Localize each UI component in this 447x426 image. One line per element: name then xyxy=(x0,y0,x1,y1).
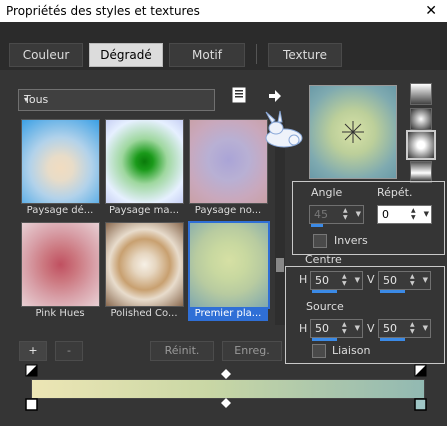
spin-updown-icon[interactable]: ▲ ▼ xyxy=(411,207,419,221)
rabbit-icon xyxy=(265,110,303,148)
spin-updown-icon[interactable]: ▲ ▼ xyxy=(342,321,350,335)
source-h-value: 50 xyxy=(315,322,329,335)
gradient-editor-bar[interactable] xyxy=(31,379,425,399)
centre-v-label: V xyxy=(367,273,375,286)
category-dropdown[interactable]: Tous ▾ xyxy=(18,89,215,111)
chevron-down-icon[interactable]: ▼ xyxy=(356,206,361,223)
gradient-preview-4 xyxy=(21,222,100,307)
tab-motif[interactable]: Motif xyxy=(169,43,245,67)
gradient-preview-5 xyxy=(105,222,184,307)
source-v-slider-bar[interactable] xyxy=(380,338,405,341)
gradient-preview-3 xyxy=(189,119,268,204)
source-v-spinner[interactable]: 50 ▲ ▼ ▼ xyxy=(378,319,431,341)
angle-label: Angle xyxy=(311,186,343,199)
style-linear-button[interactable] xyxy=(410,83,432,105)
opacity-stop-right[interactable] xyxy=(414,364,428,378)
window-title: Propriétés des styles et textures xyxy=(6,4,200,18)
gradient-thumb-6[interactable]: Premier pla... xyxy=(188,221,270,321)
style-rectangular-button[interactable] xyxy=(410,108,432,130)
save-button[interactable]: Enreg. xyxy=(222,341,282,361)
scrollbar-thumb[interactable] xyxy=(276,258,284,272)
gradient-label-5: Polished Co... xyxy=(110,308,178,319)
source-v-label: V xyxy=(367,322,375,335)
midpoint-marker-top[interactable] xyxy=(221,369,231,379)
color-stop-left[interactable] xyxy=(25,398,39,412)
link-checkbox[interactable] xyxy=(312,344,326,358)
library-icon[interactable] xyxy=(232,87,246,103)
repeat-label: Répét. xyxy=(377,186,413,199)
thumbnail-scrollbar[interactable] xyxy=(275,120,285,325)
tab-degrade[interactable]: Dégradé xyxy=(89,43,163,67)
gradient-thumb-2[interactable]: Paysage ma... xyxy=(104,118,184,216)
add-gradient-button[interactable]: + xyxy=(19,341,47,361)
tab-separator xyxy=(256,44,257,64)
gradient-preview-1 xyxy=(21,119,100,204)
close-icon[interactable]: ✕ xyxy=(425,0,437,22)
invert-checkbox[interactable] xyxy=(313,234,327,248)
gradient-thumb-5[interactable]: Polished Co... xyxy=(104,221,184,319)
source-h-spinner[interactable]: 50 ▲ ▼ ▼ xyxy=(310,319,363,341)
style-radial-button[interactable] xyxy=(406,130,436,160)
spin-updown-icon[interactable]: ▲ ▼ xyxy=(410,321,418,335)
gradient-preview[interactable] xyxy=(309,85,397,179)
arrow-right-icon[interactable] xyxy=(268,89,282,103)
gradient-thumb-4[interactable]: Pink Hues xyxy=(20,221,100,319)
opacity-stop-left[interactable] xyxy=(25,364,39,378)
invert-label[interactable]: Invers xyxy=(334,234,368,247)
tab-texture[interactable]: Texture xyxy=(268,43,342,67)
source-h-slider-bar[interactable] xyxy=(312,338,337,341)
chevron-down-icon[interactable]: ▼ xyxy=(355,320,360,337)
source-h-label: H xyxy=(299,322,308,335)
chevron-down-icon[interactable]: ▼ xyxy=(423,272,428,289)
chevron-down-icon: ▾ xyxy=(24,95,29,104)
gradient-label-3: Paysage no... xyxy=(194,205,262,216)
centre-h-slider-bar[interactable] xyxy=(312,290,337,293)
centre-v-slider-bar[interactable] xyxy=(380,290,405,293)
gradient-preview-6 xyxy=(188,221,270,309)
style-sunburst-button[interactable] xyxy=(410,161,432,183)
gradient-label-6: Premier pla... xyxy=(188,307,268,321)
centre-v-value: 50 xyxy=(383,274,397,287)
remove-gradient-button[interactable]: - xyxy=(55,341,83,361)
gradient-thumb-3[interactable]: Paysage no... xyxy=(188,118,268,216)
reset-button[interactable]: Réinit. xyxy=(150,341,214,361)
tab-couleur[interactable]: Couleur xyxy=(9,43,83,67)
spin-updown-icon[interactable]: ▲ ▼ xyxy=(342,273,350,287)
centre-h-label: H xyxy=(299,273,308,286)
center-crosshair-icon xyxy=(342,121,364,143)
color-stop-right[interactable] xyxy=(414,398,428,412)
title-bar: Propriétés des styles et textures ✕ xyxy=(0,0,447,22)
repeat-value: 0 xyxy=(382,208,389,221)
spin-updown-icon[interactable]: ▲ ▼ xyxy=(343,207,351,221)
gradient-label-2: Paysage ma... xyxy=(108,205,180,216)
centre-h-value: 50 xyxy=(315,274,329,287)
angle-spinner[interactable]: 45 ▲ ▼ ▼ xyxy=(309,205,364,227)
source-v-value: 50 xyxy=(383,322,397,335)
source-label: Source xyxy=(306,300,344,313)
midpoint-marker-bottom[interactable] xyxy=(221,398,231,408)
gradient-label-1: Paysage dé... xyxy=(26,205,94,216)
chevron-down-icon[interactable]: ▼ xyxy=(424,206,429,223)
centre-v-spinner[interactable]: 50 ▲ ▼ ▼ xyxy=(378,271,431,293)
gradient-thumb-1[interactable]: Paysage dé... xyxy=(20,118,100,216)
angle-value: 45 xyxy=(314,208,328,221)
link-label[interactable]: Liaison xyxy=(332,344,370,357)
chevron-down-icon[interactable]: ▼ xyxy=(355,272,360,289)
centre-h-spinner[interactable]: 50 ▲ ▼ ▼ xyxy=(310,271,363,293)
centre-label: Centre xyxy=(305,253,342,266)
chevron-down-icon[interactable]: ▼ xyxy=(423,320,428,337)
gradient-preview-2 xyxy=(105,119,184,204)
gradient-label-4: Pink Hues xyxy=(35,308,85,319)
angle-slider-bar[interactable] xyxy=(311,224,323,227)
spin-updown-icon[interactable]: ▲ ▼ xyxy=(410,273,418,287)
repeat-spinner[interactable]: 0 ▲ ▼ ▼ xyxy=(377,205,432,224)
